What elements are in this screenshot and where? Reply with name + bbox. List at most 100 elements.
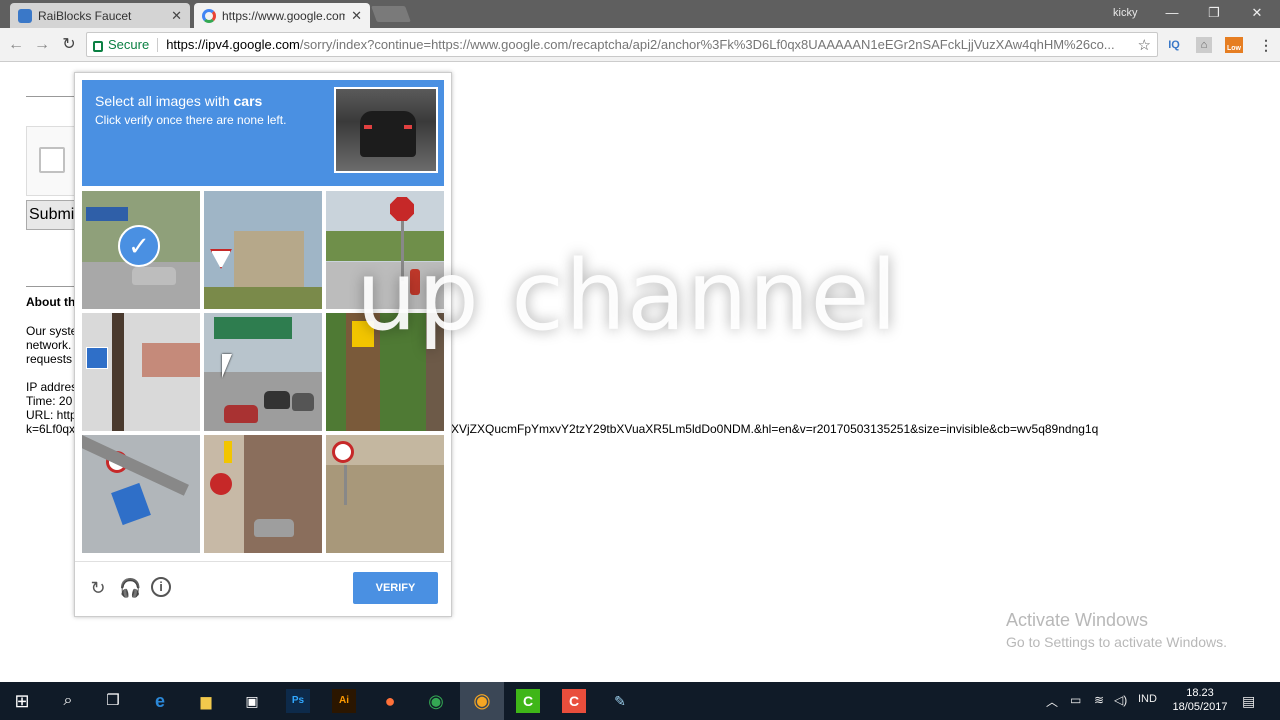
camtasia-green-icon[interactable]: C [516,689,540,713]
grass [204,287,322,309]
info-icon[interactable]: i [151,577,171,597]
lock-icon [93,41,103,52]
photoshop-icon[interactable]: Ps [286,689,310,713]
instruction-target: cars [233,93,263,109]
firefox-icon[interactable]: ● [378,689,402,713]
google-favicon-icon [202,8,216,23]
tail-light [404,125,412,129]
activate-windows-title: Activate Windows [1006,610,1149,630]
tab-title: https://www.google.com [222,8,346,23]
tail-light [364,125,372,129]
pedestrian-crossing-sign [86,347,108,369]
car [132,267,176,285]
reload-page-icon[interactable]: ↻ [58,34,80,56]
notifications-icon[interactable]: ▤ [1242,693,1255,710]
challenge-subinstruction: Click verify once there are none left. [95,113,287,127]
camtasia-recorder-icon[interactable]: C [562,689,586,713]
notepad-icon[interactable]: ✎ [608,689,632,713]
store-icon[interactable]: ▣ [240,689,264,713]
url-text[interactable]: https://ipv4.google.com/sorry/index?cont… [166,37,1157,52]
sign-pole [344,465,347,505]
image-tile-2[interactable] [204,191,322,309]
sample-car-image [334,87,438,173]
audio-icon[interactable]: 🎧 [119,577,141,599]
clock-time: 18.23 [1186,687,1214,699]
battery-low-extension-icon[interactable]: Low [1225,37,1243,53]
battery-icon[interactable]: ▭ [1070,693,1081,707]
tab-title: RaiBlocks Faucet [38,8,132,23]
menu-icon[interactable]: ⋮ [1258,37,1274,53]
traffic-light [224,441,232,463]
info-line: Our syste [26,324,78,338]
url-tail-text: XVjZXQucmFpYmxvY2tzY29tbXVuaXR5Lm5ldDo0N… [451,422,1099,436]
info-line: requests [26,352,73,366]
raiblocks-favicon-icon [18,8,32,23]
tab-raiblocks-faucet[interactable]: RaiBlocks Faucet ✕ [10,3,190,28]
instruction-prefix: Select all images with [95,93,234,109]
url-path: /sorry/index?continue=https://www.google… [299,37,1115,52]
recaptcha-checkbox[interactable] [39,147,65,173]
car [264,391,290,409]
house [142,343,200,377]
info-line: IP addres [26,380,78,394]
iq-extension-icon[interactable]: IQ [1166,37,1182,53]
close-icon[interactable]: ✕ [351,8,362,24]
activate-windows-subtitle: Go to Settings to activate Windows. [1006,634,1227,650]
windows-taskbar: ⊞ ⌕ ❒ e ▆ ▣ Ps Ai ● ◉ ◉ C C ✎ ︿ ▭ ≋ ◁) I… [0,682,1280,720]
info-block: Our syste network. requests IP addres Ti… [26,324,78,436]
reload-icon[interactable]: ↻ [87,577,109,599]
verify-button[interactable]: VERIFY [353,572,438,604]
omnibox-divider [157,37,159,52]
bookmark-star-icon[interactable]: ☆ [1138,36,1151,54]
info-line: URL: http [26,408,77,422]
mouse-cursor [222,354,232,378]
tree-trunk [112,313,124,431]
wifi-icon[interactable]: ≋ [1094,693,1104,707]
challenge-instruction: Select all images with cars [95,93,262,109]
video-watermark: up channel [356,240,899,352]
blue-sign [111,482,151,526]
image-tile-8[interactable] [204,435,322,553]
tab-google[interactable]: https://www.google.com ✕ [194,3,370,28]
edge-icon[interactable]: e [148,689,172,713]
system-clock[interactable]: 18.23 18/05/2017 [1172,686,1228,714]
windows-start-icon[interactable]: ⊞ [10,689,34,713]
illustrator-icon[interactable]: Ai [332,689,356,713]
secure-label: Secure [108,37,150,52]
image-tile-1[interactable]: ✓ [82,191,200,309]
language-indicator[interactable]: IND [1138,693,1157,705]
search-icon[interactable]: ⌕ [56,689,80,713]
new-tab-button[interactable] [371,6,411,22]
close-icon[interactable]: ✕ [171,8,182,24]
selected-check-icon: ✓ [118,225,160,267]
back-icon[interactable]: ← [5,34,27,56]
challenge-footer: ↻ 🎧 i VERIFY [75,561,451,617]
minimize-icon[interactable]: — [1158,3,1186,23]
address-bar[interactable]: Secure https://ipv4.google.com/sorry/ind… [86,32,1158,57]
show-hidden-icons-chevron-up-icon[interactable]: ︿ [1046,693,1058,710]
image-tile-4[interactable] [82,313,200,431]
close-window-icon[interactable]: ✕ [1243,3,1271,23]
stop-sign [390,197,414,221]
image-tile-7[interactable] [82,435,200,553]
forward-icon[interactable]: → [31,34,53,56]
sample-car [360,111,416,157]
car [254,519,294,537]
yield-sign [210,249,232,269]
clock-date: 18/05/2017 [1172,701,1228,713]
car [292,393,314,411]
restore-icon[interactable]: ❐ [1200,3,1228,23]
pdf-extension-icon[interactable]: ⌂ [1196,37,1212,53]
challenge-header: Select all images with cars Click verify… [82,80,444,186]
info-line: Time: 20 [26,394,73,408]
image-tile-9[interactable] [326,435,444,553]
no-parking-sign [332,441,354,463]
profile-name[interactable]: kicky [1113,7,1137,19]
street-sign [86,207,128,221]
chrome-icon[interactable]: ◉ [424,689,448,713]
chrome-canary-icon[interactable]: ◉ [470,689,494,713]
file-explorer-icon[interactable]: ▆ [194,689,218,713]
volume-icon[interactable]: ◁) [1114,693,1127,707]
task-view-icon[interactable]: ❒ [101,689,125,713]
